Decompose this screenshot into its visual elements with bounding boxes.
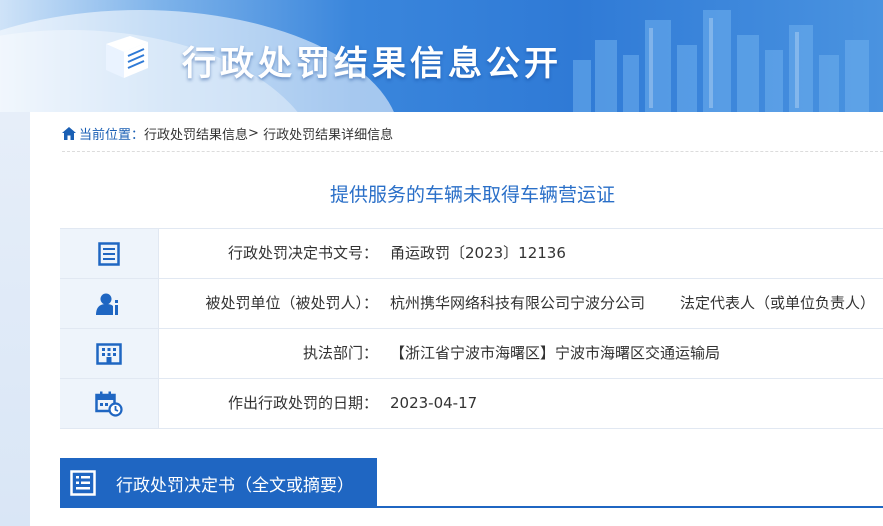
breadcrumb: 当前位置： 行政处罚结果信息 > 行政处罚结果详细信息 xyxy=(62,124,393,143)
page-title: 提供服务的车辆未取得车辆营运证 xyxy=(329,184,615,206)
field-value: 2023-04-17 xyxy=(390,394,478,412)
field-value: 【浙江省宁波市海曙区】宁波市海曙区交通运输局 xyxy=(390,344,721,362)
breadcrumb-link-detail[interactable]: 行政处罚结果详细信息 xyxy=(263,124,393,143)
banner-title: 行政处罚结果信息公开 xyxy=(182,44,562,84)
document-icon xyxy=(98,241,120,266)
side-decoration xyxy=(0,112,30,526)
building-icon xyxy=(96,342,122,365)
legal-representative-label: 法定代表人（或单位负责人） xyxy=(680,294,876,312)
breadcrumb-label: 当前位置： xyxy=(79,128,145,143)
home-icon xyxy=(62,127,76,140)
content-panel: 当前位置： 行政处罚结果信息 > 行政处罚结果详细信息 提供服务的车辆未取得车辆… xyxy=(30,112,883,526)
calendar-clock-icon xyxy=(95,391,123,417)
field-value: 甬运政罚〔2023〕12136 xyxy=(390,244,566,262)
info-row-date: 作出行政处罚的日期： 2023-04-17 xyxy=(60,378,883,429)
field-label: 行政处罚决定书文号： xyxy=(227,244,378,262)
book-icon xyxy=(106,36,148,78)
info-row-document-number: 行政处罚决定书文号： 甬运政罚〔2023〕12136 xyxy=(60,228,883,278)
info-row-department: 执法部门： 【浙江省宁波市海曙区】宁波市海曙区交通运输局 xyxy=(60,328,883,378)
info-table: 行政处罚决定书文号： 甬运政罚〔2023〕12136 被处罚单位（被处罚人）： … xyxy=(60,228,883,429)
document-list-icon xyxy=(70,470,96,496)
section-tab: 行政处罚决定书（全文或摘要） xyxy=(60,458,377,508)
breadcrumb-link-results[interactable]: 行政处罚结果信息 xyxy=(144,124,248,143)
breadcrumb-separator: > xyxy=(248,126,259,141)
field-label: 作出行政处罚的日期： xyxy=(227,394,378,412)
field-value: 杭州携华网络科技有限公司宁波分公司 xyxy=(390,294,646,312)
header-banner: 行政处罚结果信息公开 xyxy=(0,0,883,112)
info-row-penalized-party: 被处罚单位（被处罚人）： 杭州携华网络科技有限公司宁波分公司 法定代表人（或单位… xyxy=(60,278,883,328)
field-label: 被处罚单位（被处罚人）： xyxy=(205,294,378,312)
city-skyline-image xyxy=(573,10,869,112)
divider xyxy=(62,151,883,152)
person-info-icon xyxy=(96,293,118,315)
section-header: 行政处罚决定书（全文或摘要） xyxy=(60,458,883,508)
field-label: 执法部门： xyxy=(302,344,378,362)
section-title: 行政处罚决定书（全文或摘要） xyxy=(116,475,354,496)
